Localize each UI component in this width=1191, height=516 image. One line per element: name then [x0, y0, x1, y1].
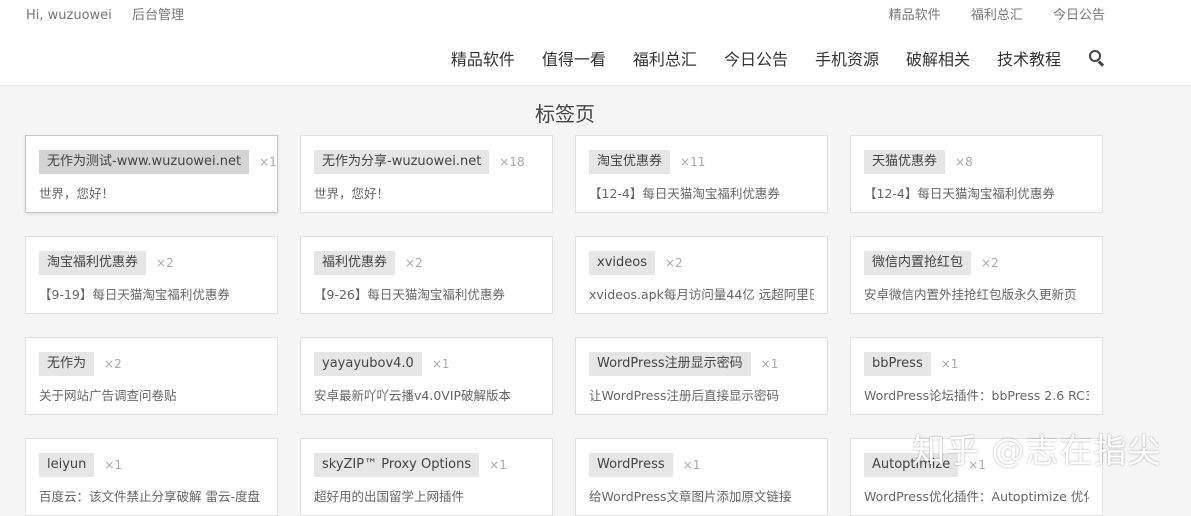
- tag-count: ×1: [940, 357, 959, 371]
- tag-count: ×2: [156, 256, 174, 270]
- topbar-link-notice[interactable]: 今日公告: [1053, 8, 1105, 23]
- site-header: Hi, wuzuowei 后台管理 精品软件 福利总汇 今日公告 精品软件 值得…: [0, 0, 1191, 86]
- topbar-link-software[interactable]: 精品软件: [889, 8, 941, 23]
- tag-count: ×1: [760, 357, 779, 371]
- tag-count: ×2: [981, 256, 999, 270]
- tag-latest-post[interactable]: 世界，您好！: [314, 183, 539, 202]
- tag-count: ×1: [682, 458, 701, 472]
- nav-item-tutorial[interactable]: 技术教程: [997, 46, 1061, 70]
- tag-card[interactable]: WordPress注册显示密码 ×1 让WordPress注册后直接显示密码: [575, 337, 828, 415]
- page-title: 标签页: [535, 102, 595, 126]
- tag-label[interactable]: 淘宝优惠券: [589, 150, 671, 174]
- tag-count: ×2: [104, 357, 122, 371]
- tag-label[interactable]: 福利优惠券: [314, 251, 396, 275]
- tag-card[interactable]: skyZIP™ Proxy Options ×1 超好用的出国留学上网插件: [300, 438, 553, 516]
- tag-latest-post[interactable]: 安卓微信内置外挂抢红包版永久更新页: [864, 284, 1089, 303]
- tag-card[interactable]: 无作为分享-wuzuowei.net ×18 世界，您好！: [300, 135, 553, 213]
- tag-count: ×11: [680, 155, 706, 169]
- user-greeting[interactable]: Hi, wuzuowei: [26, 8, 112, 23]
- tag-label[interactable]: WordPress注册显示密码: [589, 352, 751, 376]
- tag-card[interactable]: 淘宝福利优惠券 ×2 【9-19】每日天猫淘宝福利优惠券: [25, 236, 278, 314]
- topbar-left: Hi, wuzuowei 后台管理: [26, 4, 200, 23]
- tag-latest-post[interactable]: 【9-19】每日天猫淘宝福利优惠券: [39, 284, 264, 303]
- tag-label[interactable]: leiyun: [39, 453, 95, 477]
- nav-item-welfare[interactable]: 福利总汇: [633, 46, 697, 70]
- tag-latest-post[interactable]: 【9-26】每日天猫淘宝福利优惠券: [314, 284, 539, 303]
- watermark-text: 知乎 @志在指尖: [912, 431, 1162, 470]
- tag-label[interactable]: 微信内置抢红包: [864, 251, 972, 275]
- tag-count: ×18: [499, 155, 525, 169]
- tag-label[interactable]: 无作为: [39, 352, 95, 376]
- tag-label[interactable]: xvideos: [589, 251, 655, 275]
- nav-item-notice[interactable]: 今日公告: [724, 46, 788, 70]
- tag-label[interactable]: 淘宝福利优惠券: [39, 251, 147, 275]
- nav-item-worth-seeing[interactable]: 值得一看: [542, 46, 606, 70]
- tag-card[interactable]: leiyun ×1 百度云：该文件禁止分享破解 雷云-度盘: [25, 438, 278, 516]
- tag-card[interactable]: WordPress ×1 给WordPress文章图片添加原文链接: [575, 438, 828, 516]
- tag-count: ×2: [664, 256, 683, 270]
- nav-item-crack[interactable]: 破解相关: [906, 46, 970, 70]
- tag-card[interactable]: 福利优惠券 ×2 【9-26】每日天猫淘宝福利优惠券: [300, 236, 553, 314]
- tag-label[interactable]: skyZIP™ Proxy Options: [314, 453, 480, 477]
- tag-label[interactable]: 无作为分享-wuzuowei.net: [314, 150, 490, 174]
- tag-card[interactable]: 无作为测试-www.wuzuowei.net ×18 世界，您好！: [25, 135, 278, 213]
- tag-latest-post[interactable]: 关于网站广告调查问卷贴: [39, 385, 264, 404]
- tag-count: ×2: [405, 256, 423, 270]
- tag-label[interactable]: bbPress: [864, 352, 931, 376]
- tag-card[interactable]: yayayubov4.0 ×1 安卓最新吖吖云播v4.0VIP破解版本: [300, 337, 553, 415]
- tag-label[interactable]: 天猫优惠券: [864, 150, 946, 174]
- tag-label[interactable]: WordPress: [589, 453, 673, 477]
- tag-latest-post[interactable]: 安卓最新吖吖云播v4.0VIP破解版本: [314, 385, 539, 404]
- search-icon[interactable]: [1089, 50, 1105, 67]
- tag-latest-post[interactable]: 让WordPress注册后直接显示密码: [589, 385, 814, 404]
- tag-count: ×1: [104, 458, 123, 472]
- tag-card[interactable]: 天猫优惠券 ×8 【12-4】每日天猫淘宝福利优惠券: [850, 135, 1103, 213]
- tag-card[interactable]: 淘宝优惠券 ×11 【12-4】每日天猫淘宝福利优惠券: [575, 135, 828, 213]
- tag-card[interactable]: bbPress ×1 WordPress论坛插件：bbPress 2.6 RC3: [850, 337, 1103, 415]
- nav-item-mobile[interactable]: 手机资源: [815, 46, 879, 70]
- tag-latest-post[interactable]: xvideos.apk每月访问量44亿 远超阿里巴: [589, 284, 814, 303]
- topbar-link-welfare[interactable]: 福利总汇: [971, 8, 1023, 23]
- tag-latest-post[interactable]: WordPress论坛插件：bbPress 2.6 RC3: [864, 385, 1089, 404]
- tag-count: ×1: [489, 458, 507, 472]
- tag-count: ×1: [431, 357, 450, 371]
- tag-card[interactable]: 无作为 ×2 关于网站广告调查问卷贴: [25, 337, 278, 415]
- main-nav: 精品软件 值得一看 福利总汇 今日公告 手机资源 破解相关 技术教程: [424, 46, 1105, 70]
- search-icon-handle: [1098, 60, 1105, 67]
- nav-item-software[interactable]: 精品软件: [451, 46, 515, 70]
- admin-link[interactable]: 后台管理: [132, 8, 184, 23]
- tag-label[interactable]: 无作为测试-www.wuzuowei.net: [39, 150, 250, 174]
- tag-latest-post[interactable]: 【12-4】每日天猫淘宝福利优惠券: [589, 183, 814, 202]
- tag-card[interactable]: 微信内置抢红包 ×2 安卓微信内置外挂抢红包版永久更新页: [850, 236, 1103, 314]
- tag-label[interactable]: yayayubov4.0: [314, 352, 422, 376]
- tag-count: ×18: [259, 155, 277, 169]
- tag-count: ×8: [955, 155, 973, 169]
- topbar-links: 精品软件 福利总汇 今日公告: [863, 4, 1105, 23]
- tag-card[interactable]: xvideos ×2 xvideos.apk每月访问量44亿 远超阿里巴: [575, 236, 828, 314]
- tag-latest-post[interactable]: 世界，您好！: [39, 183, 264, 202]
- tag-latest-post[interactable]: 【12-4】每日天猫淘宝福利优惠券: [864, 183, 1089, 202]
